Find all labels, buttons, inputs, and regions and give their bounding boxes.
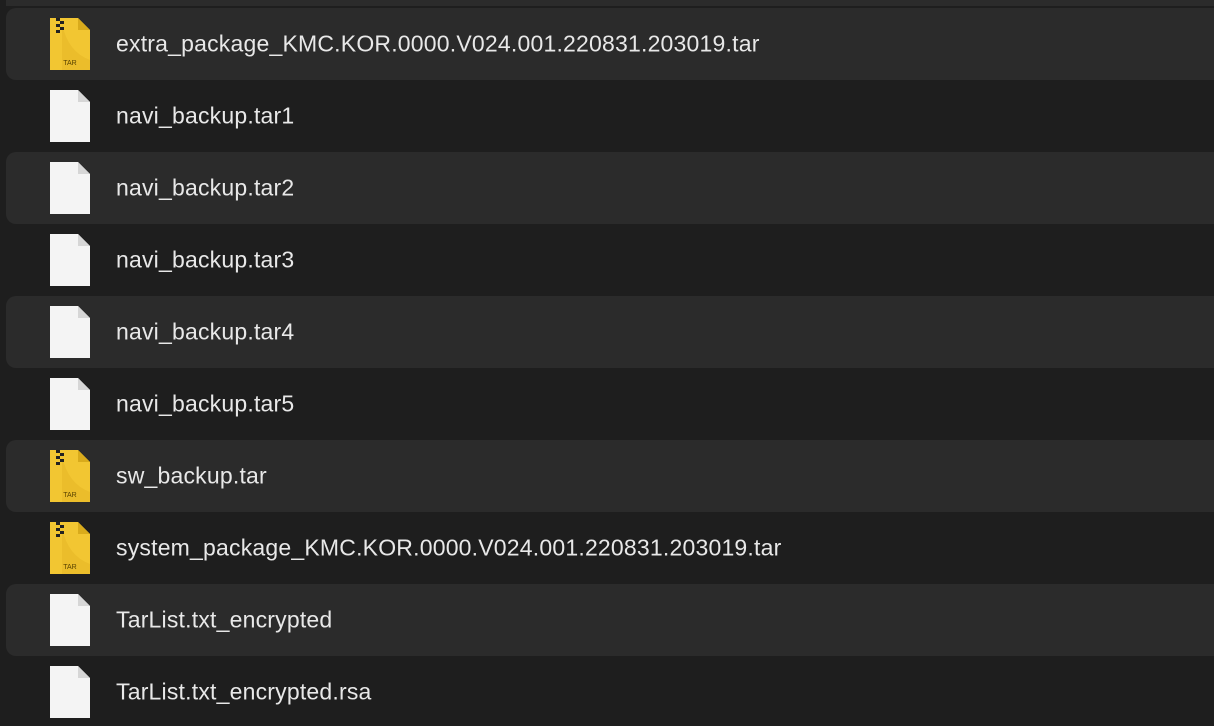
file-name: navi_backup.tar1 (116, 102, 295, 129)
document-icon (48, 592, 92, 648)
document-icon (48, 664, 92, 720)
file-row[interactable]: TAR sw_backup.tar (6, 440, 1214, 512)
file-name: sw_backup.tar (116, 462, 267, 489)
file-name: extra_package_KMC.KOR.0000.V024.001.2208… (116, 30, 760, 57)
file-row[interactable]: navi_backup.tar2 (6, 152, 1214, 224)
file-row[interactable]: navi_backup.tar3 (6, 224, 1214, 296)
tar-archive-icon: TAR (48, 520, 92, 576)
previous-row-edge (6, 0, 1214, 6)
document-icon (48, 376, 92, 432)
file-name: TarList.txt_encrypted.rsa (116, 678, 372, 705)
file-name: TarList.txt_encrypted (116, 606, 333, 633)
file-row[interactable]: TAR system_package_KMC.KOR.0000.V024.001… (6, 512, 1214, 584)
tar-archive-icon: TAR (48, 16, 92, 72)
tar-badge: TAR (63, 564, 76, 571)
file-row[interactable]: navi_backup.tar5 (6, 368, 1214, 440)
file-row[interactable]: navi_backup.tar1 (6, 80, 1214, 152)
file-name: navi_backup.tar5 (116, 390, 295, 417)
tar-badge: TAR (63, 492, 76, 499)
file-name: navi_backup.tar3 (116, 246, 295, 273)
file-row[interactable]: navi_backup.tar4 (6, 296, 1214, 368)
document-icon (48, 232, 92, 288)
file-name: navi_backup.tar4 (116, 318, 295, 345)
file-name: navi_backup.tar2 (116, 174, 295, 201)
file-row[interactable]: TarList.txt_encrypted (6, 584, 1214, 656)
document-icon (48, 160, 92, 216)
file-list: TAR extra_package_KMC.KOR.0000.V024.001.… (0, 0, 1214, 726)
file-name: system_package_KMC.KOR.0000.V024.001.220… (116, 534, 782, 561)
file-row[interactable]: TAR extra_package_KMC.KOR.0000.V024.001.… (6, 8, 1214, 80)
document-icon (48, 88, 92, 144)
file-row[interactable]: TarList.txt_encrypted.rsa (6, 656, 1214, 726)
tar-archive-icon: TAR (48, 448, 92, 504)
document-icon (48, 304, 92, 360)
tar-badge: TAR (63, 60, 76, 67)
